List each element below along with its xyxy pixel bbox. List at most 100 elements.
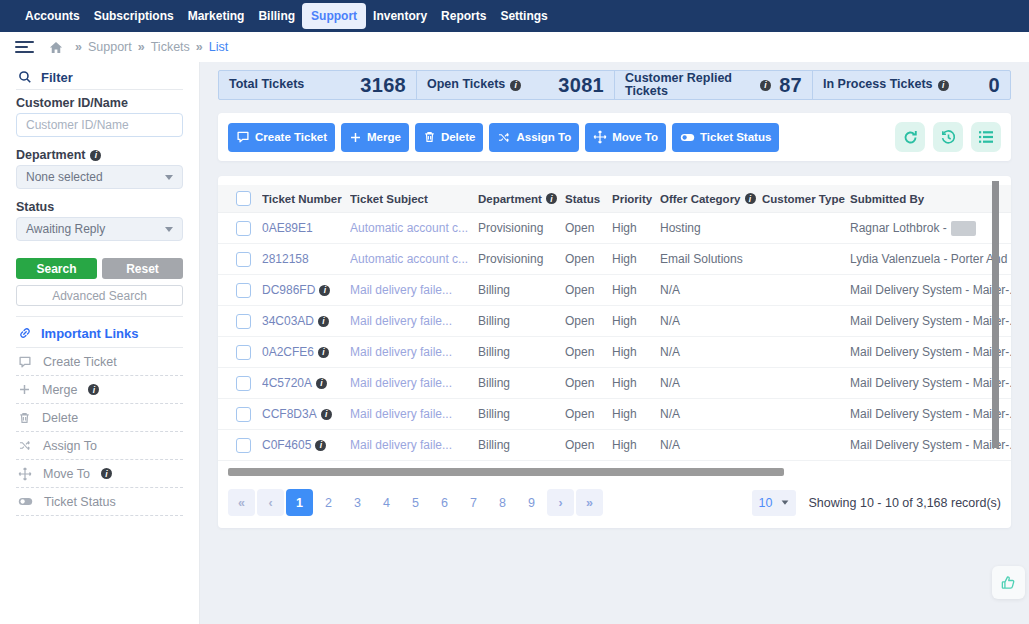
ticket-info-icon[interactable]: i (315, 440, 326, 451)
column-header-customer-type[interactable]: Customer Type (762, 193, 850, 205)
ticket-subject-link[interactable]: Mail delivery faile... (350, 314, 452, 328)
customer-id-input[interactable] (16, 113, 183, 137)
horizontal-scrollbar-thumb[interactable] (228, 468, 784, 476)
reset-button[interactable]: Reset (102, 258, 183, 279)
row-checkbox[interactable] (236, 283, 251, 298)
page-size-select[interactable]: 10 (752, 490, 796, 516)
page-8-button[interactable]: 8 (489, 489, 516, 516)
sidebar-link-delete[interactable]: Delete (16, 404, 183, 432)
nav-item-billing[interactable]: Billing (251, 3, 302, 29)
ticket-number-link[interactable]: C0F4605 (262, 438, 311, 452)
column-header-status[interactable]: Status (565, 193, 612, 205)
column-header-priority[interactable]: Priority (612, 193, 660, 205)
horizontal-scrollbar[interactable] (228, 468, 1001, 476)
ticket-number-link[interactable]: DC986FD (262, 283, 315, 297)
page-1-button[interactable]: 1 (286, 489, 313, 516)
ticket-number-link[interactable]: 4C5720A (262, 376, 312, 390)
search-button[interactable]: Search (16, 258, 97, 279)
info-icon[interactable]: i (745, 193, 756, 204)
sidebar-link-merge[interactable]: Mergei (16, 376, 183, 404)
page-2-button[interactable]: 2 (315, 489, 342, 516)
ticket-number-link[interactable]: 0A2CFE6 (262, 345, 314, 359)
breadcrumb-current[interactable]: List (209, 40, 228, 54)
row-checkbox[interactable] (236, 314, 251, 329)
ticket-subject-link[interactable]: Automatic account c... (350, 221, 468, 235)
ticket-subject-link[interactable]: Mail delivery faile... (350, 283, 452, 297)
refresh-button[interactable] (895, 122, 925, 152)
info-icon[interactable]: i (546, 193, 557, 204)
row-checkbox[interactable] (236, 376, 251, 391)
page-prev-button[interactable]: ‹ (257, 489, 284, 516)
ticket-info-icon[interactable]: i (318, 316, 329, 327)
delete-button[interactable]: Delete (415, 123, 484, 152)
merge-button[interactable]: Merge (341, 123, 409, 152)
page-4-button[interactable]: 4 (373, 489, 400, 516)
sidebar-link-assign-to[interactable]: Assign To (16, 432, 183, 460)
info-icon[interactable]: i (938, 80, 949, 91)
ticket-subject-link[interactable]: Mail delivery faile... (350, 438, 452, 452)
ticket-subject-link[interactable]: Automatic account c... (350, 252, 468, 266)
ticket-info-icon[interactable]: i (319, 285, 330, 296)
info-icon[interactable]: i (760, 80, 771, 91)
history-button[interactable] (933, 122, 963, 152)
page-6-button[interactable]: 6 (431, 489, 458, 516)
list-view-button[interactable] (971, 122, 1001, 152)
ticket-number-link[interactable]: 34C03AD (262, 314, 314, 328)
sidebar-link-create-ticket[interactable]: Create Ticket (16, 348, 183, 376)
ticket-number-link[interactable]: 0AE89E1 (262, 221, 313, 235)
create-ticket-button[interactable]: Create Ticket (228, 123, 335, 152)
ticket-number-link[interactable]: CCF8D3A (262, 407, 317, 421)
column-header-ticket-number[interactable]: Ticket Number (262, 193, 350, 205)
page-next-button[interactable]: › (547, 489, 574, 516)
info-icon[interactable]: i (101, 468, 112, 479)
assign-to-button[interactable]: Assign To (489, 123, 579, 152)
ticket-subject-link[interactable]: Mail delivery faile... (350, 376, 452, 390)
ticket-status-button[interactable]: Ticket Status (672, 123, 779, 152)
home-icon[interactable] (49, 41, 63, 54)
move-to-button[interactable]: Move To (585, 123, 666, 152)
nav-item-accounts[interactable]: Accounts (18, 3, 87, 29)
sidebar-link-move-to[interactable]: Move Toi (16, 460, 183, 488)
menu-icon[interactable] (15, 41, 34, 53)
row-checkbox[interactable] (236, 252, 251, 267)
column-header-department[interactable]: Departmenti (478, 193, 565, 205)
ticket-subject-link[interactable]: Mail delivery faile... (350, 345, 452, 359)
column-header-ticket-subject[interactable]: Ticket Subject (350, 193, 478, 205)
select-all-checkbox[interactable] (236, 191, 251, 206)
row-checkbox[interactable] (236, 407, 251, 422)
nav-item-subscriptions[interactable]: Subscriptions (87, 3, 181, 29)
vertical-scrollbar-thumb[interactable] (992, 181, 999, 448)
ticket-info-icon[interactable]: i (316, 378, 327, 389)
ticket-info-icon[interactable]: i (318, 347, 329, 358)
status-select[interactable]: Awaiting Reply (16, 217, 183, 241)
breadcrumb-item[interactable]: Support (88, 40, 132, 54)
row-checkbox[interactable] (236, 345, 251, 360)
row-checkbox[interactable] (236, 438, 251, 453)
ticket-subject-link[interactable]: Mail delivery faile... (350, 407, 452, 421)
page-9-button[interactable]: 9 (518, 489, 545, 516)
info-icon[interactable]: i (510, 80, 521, 91)
feedback-button[interactable] (992, 566, 1025, 599)
nav-item-inventory[interactable]: Inventory (366, 3, 434, 29)
page-first-button[interactable]: « (228, 489, 255, 516)
breadcrumb-item[interactable]: Tickets (151, 40, 190, 54)
column-header-submitted-by[interactable]: Submitted By (850, 193, 1011, 205)
ticket-info-icon[interactable]: i (321, 409, 332, 420)
info-icon[interactable]: i (88, 384, 99, 395)
ticket-number-link[interactable]: 2812158 (262, 252, 309, 266)
column-header-offer-category[interactable]: Offer Categoryi (660, 193, 762, 205)
page-5-button[interactable]: 5 (402, 489, 429, 516)
sidebar-link-ticket-status[interactable]: Ticket Status (16, 488, 183, 516)
page-7-button[interactable]: 7 (460, 489, 487, 516)
advanced-search-button[interactable]: Advanced Search (16, 285, 183, 306)
nav-item-support[interactable]: Support (302, 3, 366, 29)
nav-item-reports[interactable]: Reports (434, 3, 493, 29)
department-select[interactable]: None selected (16, 165, 183, 189)
info-icon[interactable]: i (90, 150, 101, 161)
important-links-header: Important Links (16, 325, 183, 341)
page-3-button[interactable]: 3 (344, 489, 371, 516)
row-checkbox[interactable] (236, 221, 251, 236)
nav-item-marketing[interactable]: Marketing (181, 3, 252, 29)
nav-item-settings[interactable]: Settings (493, 3, 554, 29)
page-last-button[interactable]: » (576, 489, 603, 516)
